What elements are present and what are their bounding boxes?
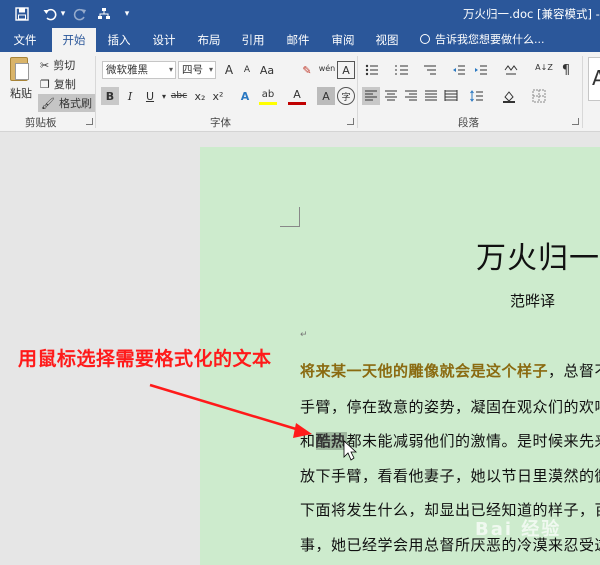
tab-review[interactable]: 审阅 [322, 28, 364, 52]
char-shading-button[interactable]: A [317, 87, 335, 105]
font-launcher-icon[interactable] [347, 118, 354, 125]
highlight-color-button[interactable]: ab [259, 87, 277, 105]
group-separator [582, 56, 583, 128]
text-line[interactable]: 放下手臂，看看他妻子，她以节日里漠然的微 [300, 465, 600, 486]
window-title: 万火归一.doc [兼容模式] - Wo [463, 7, 600, 21]
ribbon-tabs: 文件 开始 插入 设计 布局 引用 邮件 审阅 视图 告诉我您想要做什么... [0, 28, 600, 52]
change-case-button[interactable]: Aa [258, 61, 276, 79]
annotation-text: 用鼠标选择需要格式化的文本 [18, 348, 272, 370]
format-painter-button[interactable]: 🖌 格式刷 [38, 94, 95, 112]
margin-corner-mark [280, 207, 300, 227]
undo-dropdown[interactable]: ▾ [58, 5, 68, 23]
scissors-icon: ✂ [40, 58, 50, 72]
undo-icon[interactable] [40, 5, 60, 23]
font-name-value: 微软雅黑 [106, 64, 148, 76]
phonetic-guide-button[interactable]: wén [318, 59, 336, 77]
align-right-icon[interactable] [402, 87, 420, 105]
redo-icon[interactable] [70, 5, 90, 23]
char-border-button[interactable]: A [337, 61, 355, 79]
cut-button[interactable]: ✂ 剪切 [40, 57, 75, 73]
tab-view[interactable]: 视图 [366, 28, 408, 52]
shading-icon[interactable] [500, 87, 518, 105]
multilevel-list-icon[interactable] [421, 61, 439, 79]
bullets-icon[interactable] [363, 61, 381, 79]
align-center-icon[interactable] [382, 87, 400, 105]
numbering-icon[interactable] [393, 61, 411, 79]
paragraph-launcher-icon[interactable] [572, 118, 579, 125]
font-size-value: 四号 [182, 64, 203, 76]
tab-layout[interactable]: 布局 [188, 28, 230, 52]
font-size-combo[interactable]: 四号 ▾ [178, 61, 216, 79]
title-bar: ▾ ▾ 万火归一.doc [兼容模式] - Wo [0, 0, 600, 28]
document-heading[interactable]: 万火归一 [476, 233, 600, 277]
paintbrush-icon: 🖌 [41, 96, 55, 110]
clipboard-icon[interactable] [10, 57, 29, 81]
style-gallery-item[interactable]: A [588, 57, 600, 101]
borders-icon[interactable] [530, 87, 548, 105]
paragraph-mark: ↵ [300, 330, 308, 340]
text-effects-button[interactable]: A [236, 87, 254, 105]
align-left-icon[interactable] [362, 87, 380, 105]
group-separator [357, 56, 358, 128]
text-line[interactable]: 将来某一天他的雕像就会是这个样子，总督不 [300, 360, 600, 381]
customize-qat-dropdown[interactable]: ▾ [120, 5, 134, 23]
chevron-down-icon: ▾ [208, 65, 213, 74]
line-spacing-icon[interactable] [468, 87, 486, 105]
clipboard-group-label: 剪贴板 [25, 117, 57, 129]
tell-me-box[interactable]: 告诉我您想要做什么... [420, 28, 545, 52]
shrink-font-button[interactable]: A [238, 61, 256, 79]
line-rest: ，总督不 [548, 362, 600, 380]
chevron-down-icon: ▾ [168, 65, 173, 74]
show-formatting-marks-icon[interactable]: ¶ [557, 61, 575, 79]
font-color-button[interactable]: A [288, 87, 306, 105]
group-separator [95, 56, 96, 128]
tab-mailings[interactable]: 邮件 [276, 28, 320, 52]
copy-button[interactable]: ❐ 复制 [40, 76, 76, 92]
document-author[interactable]: 范晔译 [510, 290, 555, 311]
enclose-char-button[interactable]: 字 [337, 87, 355, 105]
save-icon[interactable] [12, 5, 32, 23]
selected-text[interactable]: 酷热 [315, 432, 347, 450]
cut-label: 剪切 [53, 59, 76, 72]
font-name-combo[interactable]: 微软雅黑 ▾ [102, 61, 176, 79]
grow-font-button[interactable]: A [220, 61, 238, 79]
justify-icon[interactable] [422, 87, 440, 105]
clear-formatting-icon[interactable]: ✎ [298, 61, 316, 79]
distributed-icon[interactable] [442, 87, 460, 105]
text-line[interactable]: 手臂，停在致意的姿势，凝固在观众们的欢呼 [300, 396, 600, 417]
strikethrough-button[interactable]: abc [168, 87, 190, 105]
clipboard-launcher-icon[interactable] [86, 118, 93, 125]
tab-insert[interactable]: 插入 [98, 28, 140, 52]
subscript-button[interactable]: x₂ [191, 87, 209, 105]
copy-icon: ❐ [40, 77, 50, 91]
watermark-text: Bai 经验 [475, 519, 562, 540]
line-start: 和 [300, 432, 316, 450]
copy-label: 复制 [53, 78, 76, 91]
superscript-button[interactable]: x² [209, 87, 227, 105]
line-rest: 都未能减弱他们的激情。是时候来先来 [346, 432, 600, 450]
paragraph-group-label: 段落 [458, 117, 479, 129]
tab-file[interactable]: 文件 [4, 28, 46, 52]
highlighted-text: 将来某一天他的雕像就会是这个样子 [300, 362, 549, 380]
sort-button[interactable]: A↓Z [535, 59, 553, 77]
chinese-layout-icon[interactable] [502, 61, 520, 79]
format-painter-label: 格式刷 [58, 97, 92, 110]
paste-button-label[interactable]: 粘贴 [10, 85, 32, 101]
touch-mode-icon[interactable] [94, 5, 114, 23]
decrease-indent-icon[interactable] [450, 61, 468, 79]
tab-references[interactable]: 引用 [232, 28, 274, 52]
ribbon: 剪贴板 粘贴 ✂ 剪切 ❐ 复制 🖌 格式刷 微软雅黑 ▾ 四号 ▾ A A Aa ✎ w… [0, 52, 600, 132]
tell-me-text: 告诉我您想要做什么... [435, 33, 545, 46]
increase-indent-icon[interactable] [472, 61, 490, 79]
tab-home[interactable]: 开始 [52, 28, 96, 52]
text-line[interactable]: 和酷热都未能减弱他们的激情。是时候来先来 [300, 430, 600, 451]
italic-button[interactable]: I [121, 87, 139, 105]
bold-button[interactable]: B [101, 87, 119, 105]
tab-design[interactable]: 设计 [142, 28, 186, 52]
font-group-label: 字体 [210, 117, 231, 129]
lightbulb-icon [420, 34, 430, 44]
